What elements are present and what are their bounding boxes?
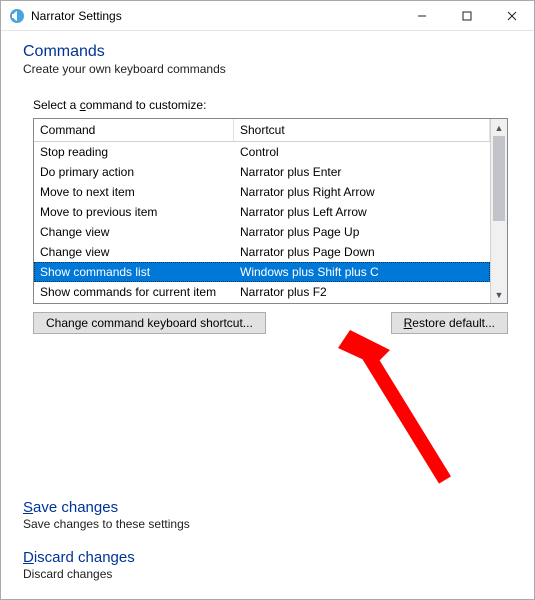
save-changes-description: Save changes to these settings (23, 517, 512, 531)
table-row[interactable]: Change viewNarrator plus Page Up (34, 222, 490, 242)
change-shortcut-button[interactable]: Change command keyboard shortcut... (33, 312, 266, 334)
cell-command: Move to next item (34, 184, 234, 200)
discard-changes-link[interactable]: Discard changes (23, 549, 512, 566)
cell-shortcut: Narrator plus Enter (234, 164, 490, 180)
cell-command: Change view (34, 224, 234, 240)
cell-shortcut: Narrator plus F2 (234, 284, 490, 300)
select-command-label: Select a command to customize: (33, 98, 512, 112)
content-area: Commands Create your own keyboard comman… (1, 31, 534, 599)
titlebar: Narrator Settings (1, 1, 534, 31)
table-row[interactable]: Move to next itemNarrator plus Right Arr… (34, 182, 490, 202)
discard-changes-description: Discard changes (23, 567, 512, 581)
cell-command: Stop reading (34, 144, 234, 160)
table-row[interactable]: Show commands listWindows plus Shift plu… (34, 262, 490, 282)
table-row[interactable]: Show commands for current itemNarrator p… (34, 282, 490, 302)
save-changes-link[interactable]: Save changes (23, 499, 512, 516)
column-header-shortcut[interactable]: Shortcut (234, 119, 490, 141)
page-title: Commands (23, 43, 512, 61)
cell-shortcut: Narrator plus Left Arrow (234, 204, 490, 220)
cell-shortcut: Control (234, 144, 490, 160)
narrator-settings-window: Narrator Settings Commands Create your o… (0, 0, 535, 600)
app-icon (9, 8, 25, 24)
scroll-thumb[interactable] (493, 136, 505, 221)
cell-command: Change view (34, 244, 234, 260)
vertical-scrollbar[interactable]: ▲ ▼ (490, 119, 507, 303)
cell-shortcut: Narrator plus Page Down (234, 244, 490, 260)
cell-command: Do primary action (34, 164, 234, 180)
cell-shortcut: Narrator plus Right Arrow (234, 184, 490, 200)
column-header-command[interactable]: Command (34, 119, 234, 141)
close-button[interactable] (489, 1, 534, 30)
window-title: Narrator Settings (31, 9, 399, 23)
cell-shortcut: Windows plus Shift plus C (234, 264, 490, 280)
table-row[interactable]: Move to previous itemNarrator plus Left … (34, 202, 490, 222)
table-row[interactable]: Do primary actionNarrator plus Enter (34, 162, 490, 182)
commands-listview[interactable]: Command Shortcut Stop readingControlDo p… (33, 118, 508, 304)
cell-command: Show commands for current item (34, 284, 234, 300)
restore-default-button[interactable]: Restore default... (391, 312, 508, 334)
window-controls (399, 1, 534, 30)
cell-shortcut: Narrator plus Page Up (234, 224, 490, 240)
maximize-button[interactable] (444, 1, 489, 30)
scroll-track[interactable] (491, 136, 507, 286)
table-row[interactable]: Toggle search modeControl plus Narrator … (34, 302, 490, 303)
cell-command: Move to previous item (34, 204, 234, 220)
scroll-up-button[interactable]: ▲ (491, 119, 507, 136)
cell-command: Show commands list (34, 264, 234, 280)
table-row[interactable]: Stop readingControl (34, 142, 490, 162)
minimize-button[interactable] (399, 1, 444, 30)
page-subtitle: Create your own keyboard commands (23, 62, 512, 76)
list-header[interactable]: Command Shortcut (34, 119, 490, 142)
scroll-down-button[interactable]: ▼ (491, 286, 507, 303)
table-row[interactable]: Change viewNarrator plus Page Down (34, 242, 490, 262)
